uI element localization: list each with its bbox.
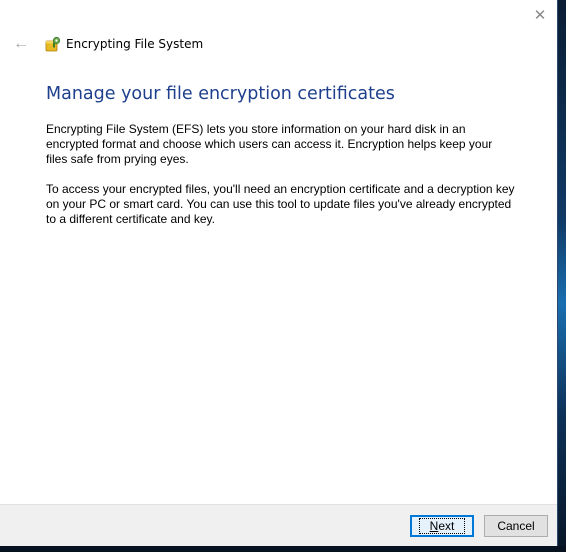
page-heading: Manage your file encryption certificates (46, 84, 395, 104)
wizard-title: Encrypting File System (66, 37, 204, 51)
close-button[interactable]: ✕ (523, 0, 557, 30)
description-paragraph-1: Encrypting File System (EFS) lets you st… (46, 122, 493, 166)
next-button[interactable]: Next (410, 515, 474, 537)
next-label-rest: ext (438, 519, 455, 533)
cancel-button[interactable]: Cancel (484, 515, 548, 537)
back-arrow-icon: ← (13, 35, 29, 52)
wizard-header: ← Encrypting File System (0, 30, 557, 58)
wizard-window: ✕ ← Encrypting File System Manage your f… (0, 0, 558, 546)
desktop-background (558, 0, 566, 552)
button-bar: Next Cancel (0, 504, 557, 546)
efs-key-icon (45, 36, 61, 52)
next-button-label: Next (418, 518, 466, 534)
description-paragraph-2: To access your encrypted files, you'll n… (46, 182, 515, 226)
wizard-content: Manage your file encryption certificates… (46, 84, 516, 242)
close-icon: ✕ (533, 7, 547, 24)
title-bar[interactable]: ✕ (0, 0, 557, 30)
back-button[interactable]: ← (12, 35, 30, 52)
taskbar-edge (0, 546, 566, 552)
